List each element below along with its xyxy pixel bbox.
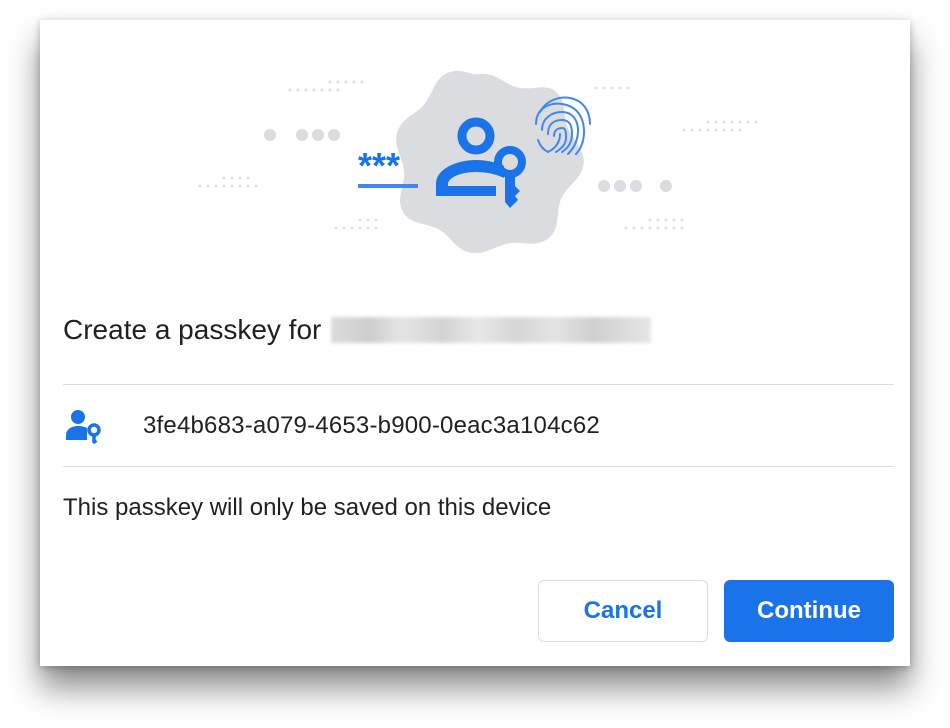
cancel-button[interactable]: Cancel bbox=[538, 580, 708, 642]
divider-top bbox=[63, 384, 894, 385]
redacted-site-name bbox=[331, 317, 652, 343]
passkey-illustration: *** bbox=[198, 70, 758, 254]
continue-button[interactable]: Continue bbox=[724, 580, 894, 642]
dialog-title: Create a passkey for bbox=[63, 310, 652, 350]
screen: *** Create a passkey for 3fe4b683-a079-4… bbox=[0, 0, 950, 728]
person-key-icon bbox=[63, 405, 105, 447]
dialog-title-text: Create a passkey for bbox=[63, 314, 322, 345]
info-text: This passkey will only be saved on this … bbox=[63, 494, 552, 521]
divider-bottom bbox=[63, 466, 894, 467]
account-id: 3fe4b683-a079-4653-b900-0eac3a104c62 bbox=[143, 412, 600, 439]
passkey-dialog: *** Create a passkey for 3fe4b683-a079-4… bbox=[40, 20, 910, 666]
account-row: 3fe4b683-a079-4653-b900-0eac3a104c62 bbox=[63, 386, 894, 466]
svg-text:***: *** bbox=[358, 145, 400, 186]
